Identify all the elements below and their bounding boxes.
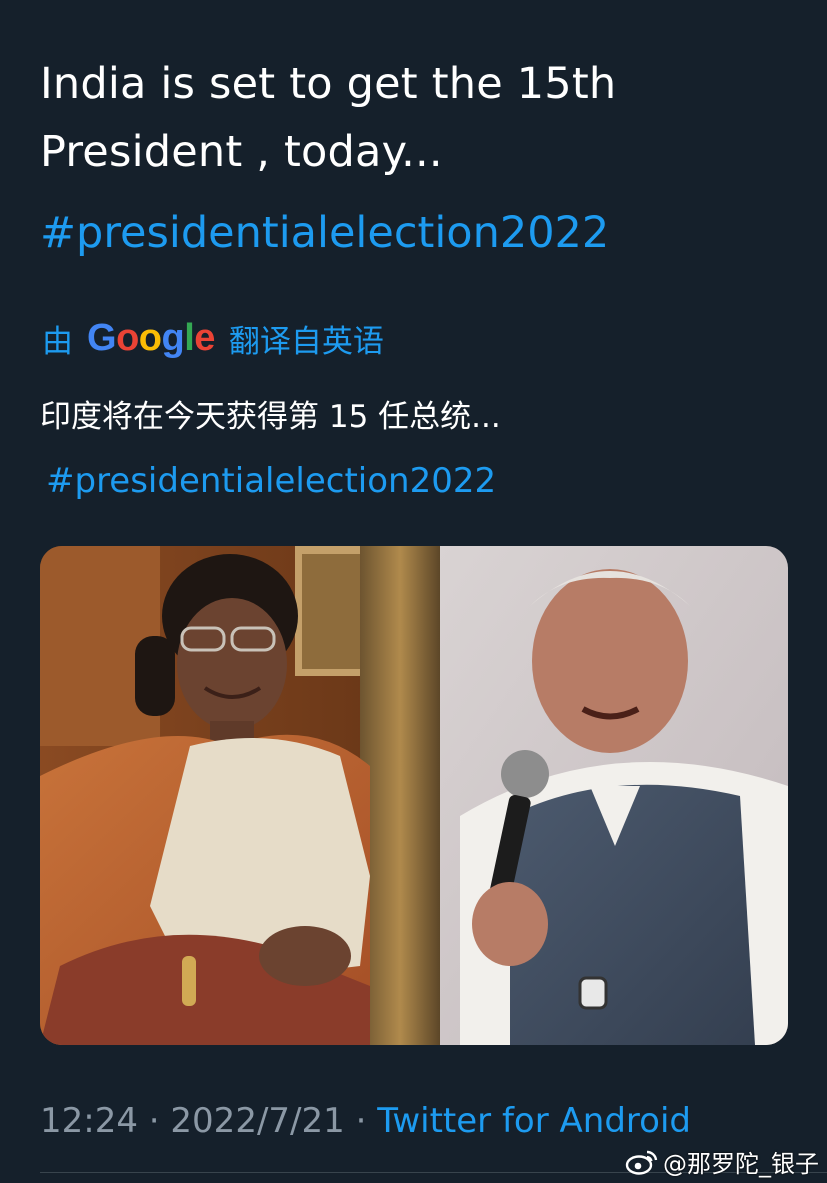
tweet-time: 12:24 bbox=[40, 1101, 138, 1141]
google-logo: Google bbox=[87, 316, 215, 359]
translated-from-english-label: 翻译自英语 bbox=[228, 323, 384, 360]
watermark-text: @那罗陀_银子 bbox=[663, 1150, 819, 1178]
translated-hashtag-link[interactable]: #presidentialelection2022 bbox=[46, 456, 496, 506]
watermark: @那罗陀_银子 bbox=[625, 1144, 819, 1179]
tweet-meta: 12:24 · 2022/7/21 · Twitter for Android bbox=[40, 1096, 691, 1146]
tweet-media-image[interactable] bbox=[40, 546, 788, 1045]
hashtag-link[interactable]: #presidentialelection2022 bbox=[40, 203, 609, 263]
tweet-source-link[interactable]: Twitter for Android bbox=[377, 1101, 691, 1141]
tweet-date: 2022/7/21 bbox=[170, 1101, 345, 1141]
tweet-text-line: India is set to get the 15th bbox=[40, 59, 617, 109]
photo-of-two-candidates bbox=[40, 546, 788, 1045]
tweet-text: India is set to get the 15th President ,… bbox=[40, 50, 780, 186]
meta-separator: · bbox=[148, 1101, 160, 1141]
translated-by-label: 由 bbox=[42, 323, 73, 360]
translated-tweet-text: 印度将在今天获得第 15 任总统... bbox=[40, 399, 501, 435]
translated-by-google[interactable]: 由 Google 翻译自英语 bbox=[42, 312, 384, 364]
meta-separator: · bbox=[355, 1101, 367, 1141]
weibo-icon bbox=[625, 1150, 658, 1175]
tweet-text-line: President , today... bbox=[40, 127, 443, 177]
